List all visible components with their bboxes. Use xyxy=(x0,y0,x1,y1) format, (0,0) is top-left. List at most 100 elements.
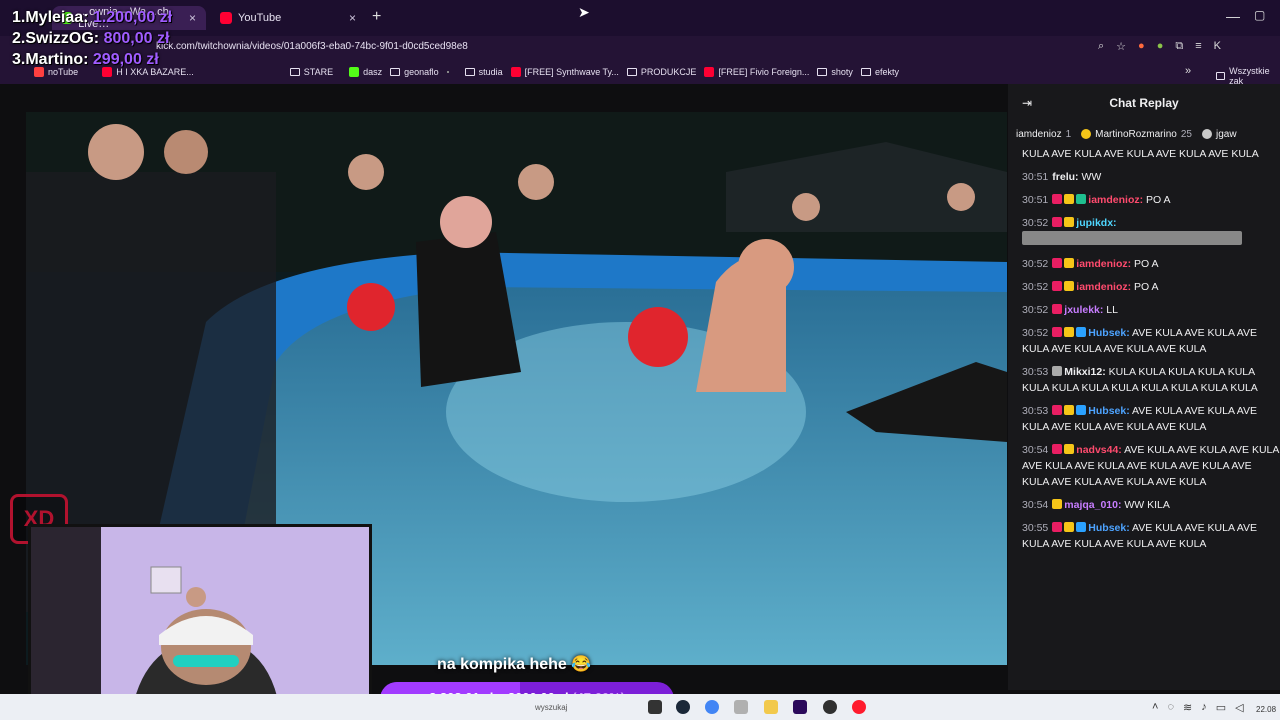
microphone-icon[interactable]: ♪ xyxy=(1201,701,1207,714)
close-icon[interactable]: × xyxy=(189,11,196,25)
wifi-icon[interactable]: ≋ xyxy=(1183,701,1192,714)
message-time: 30:55 xyxy=(1022,522,1049,534)
obs-icon[interactable] xyxy=(823,700,837,714)
message-user[interactable]: jxulekk: xyxy=(1064,304,1103,316)
extension-icon[interactable]: ● xyxy=(1157,40,1164,53)
minimize-icon[interactable]: — xyxy=(1226,8,1240,24)
chat-message: 30:53 Hubsek: AVE KULA AVE KULA AVE KULA … xyxy=(1022,403,1280,435)
chat-message: 30:52 iamdenioz: PO A xyxy=(1022,256,1280,272)
folder-icon xyxy=(626,68,637,76)
bookmark-produkcje[interactable]: PRODUKCJE xyxy=(626,67,696,77)
network-icon[interactable]: ◌ xyxy=(1167,701,1174,714)
leaderboard-name: Myleiaa: xyxy=(25,9,89,26)
badge-icon xyxy=(1052,194,1063,204)
chevron-up-icon[interactable]: ˄ xyxy=(1152,701,1158,714)
maximize-icon[interactable]: ▢ xyxy=(1254,8,1265,22)
chat-message: 30:51 iamdenioz: PO A xyxy=(1022,192,1280,208)
leaderboard-rank: 2. xyxy=(12,30,26,47)
message-user[interactable]: iamdenioz: xyxy=(1088,194,1143,206)
star-icon[interactable]: ☆ xyxy=(1116,40,1126,53)
badge-icon xyxy=(1052,327,1063,337)
message-time: 30:52 xyxy=(1022,258,1049,270)
kick-icon xyxy=(349,67,360,77)
bookmark-efekty[interactable]: efekty xyxy=(860,67,899,77)
emote-row xyxy=(1022,231,1242,245)
close-icon[interactable]: × xyxy=(349,11,356,25)
badge-icon xyxy=(1064,281,1075,291)
message-user[interactable]: jupikdx: xyxy=(1076,217,1116,229)
url-field[interactable]: kick.com/twitchownia/videos/01a006f3-eba… xyxy=(156,41,468,52)
app-icon[interactable] xyxy=(446,71,449,73)
youtube-icon xyxy=(704,67,715,77)
premiere-icon[interactable] xyxy=(793,700,807,714)
folder-icon xyxy=(817,68,828,76)
tab-youtube[interactable]: YouTube × xyxy=(210,6,366,30)
profile-icon[interactable]: K xyxy=(1214,40,1221,53)
tool-icon[interactable] xyxy=(734,700,748,714)
puzzle-icon[interactable]: ⧉ xyxy=(1175,40,1183,53)
coin-icon xyxy=(1081,129,1092,139)
bookmark-label: [FREE] Fivio Foreign... xyxy=(718,67,810,77)
bookmark-shoty[interactable]: shoty xyxy=(817,67,853,77)
message-time: 30:52 xyxy=(1022,327,1049,339)
message-user[interactable]: Hubsek: xyxy=(1088,522,1129,534)
leaderboard-amount: 1.200,00 zł xyxy=(92,9,173,26)
gifter[interactable]: MartinoRozmarino 25 xyxy=(1081,126,1192,142)
app-icon[interactable] xyxy=(648,700,662,714)
message-user[interactable]: iamdenioz: xyxy=(1076,258,1131,270)
coin-icon xyxy=(1201,129,1212,139)
badge-icon xyxy=(1052,499,1063,509)
message-user[interactable]: frelu: xyxy=(1052,171,1078,183)
badge-icon xyxy=(1052,444,1063,454)
message-text: PO A xyxy=(1131,258,1159,270)
bookmark-stare[interactable]: STARE xyxy=(289,67,334,77)
message-user[interactable]: nadvs44: xyxy=(1076,444,1122,456)
message-user[interactable]: Hubsek: xyxy=(1088,405,1129,417)
bookmark-synthwave[interactable]: [FREE] Synthwave Ty... xyxy=(510,67,619,77)
badge-icon xyxy=(1064,194,1075,204)
message-user[interactable]: Hubsek: xyxy=(1088,327,1129,339)
message-text: WW xyxy=(1078,171,1102,183)
steam-icon[interactable] xyxy=(676,700,690,714)
message-user[interactable]: Mikxi12: xyxy=(1064,366,1105,378)
media-icon[interactable]: ≡ xyxy=(1195,40,1201,53)
bookmark-label: geonaflo xyxy=(404,67,439,77)
message-time: 30:51 xyxy=(1022,171,1049,183)
gifter[interactable]: jgaw xyxy=(1201,126,1237,142)
folder-icon xyxy=(289,68,300,76)
extension-icon[interactable]: ● xyxy=(1138,40,1145,53)
display-icon[interactable]: ▭ xyxy=(1216,701,1226,714)
message-user[interactable]: iamdenioz: xyxy=(1076,281,1131,293)
bookmark-dasz[interactable]: dasz xyxy=(349,67,382,77)
file-explorer-icon[interactable] xyxy=(764,700,778,714)
gifter-name: MartinoRozmarino xyxy=(1095,128,1177,140)
chrome-icon[interactable] xyxy=(705,700,719,714)
message-user[interactable]: majqa_010: xyxy=(1064,499,1121,511)
new-tab-button[interactable]: + xyxy=(372,8,381,26)
bookmark-label: STARE xyxy=(303,67,334,77)
leaderboard-rank: 3. xyxy=(12,51,26,68)
chat-message: 30:51 frelu: WW xyxy=(1022,169,1280,185)
message-time: 30:52 xyxy=(1022,304,1049,316)
bookmark-geonaflo[interactable]: geonaflo xyxy=(390,67,439,77)
taskbar-search[interactable]: wyszukaj xyxy=(535,703,567,712)
bookmark-fivio[interactable]: [FREE] Fivio Foreign... xyxy=(704,67,809,77)
badge-icon xyxy=(1076,327,1087,337)
folder-icon xyxy=(390,68,401,76)
badge-icon xyxy=(1064,258,1075,268)
leaderboard-row: 1.Myleiaa: 1.200,00 zł xyxy=(12,7,172,28)
opera-icon[interactable] xyxy=(852,700,866,714)
bookmarks-overflow-button[interactable]: » xyxy=(1185,65,1191,77)
bookmark-studia[interactable]: studia xyxy=(464,67,503,77)
folder-icon xyxy=(860,68,871,76)
chat-message: 30:54 nadvs44: AVE KULA AVE KULA AVE KULA… xyxy=(1022,442,1280,490)
gifter[interactable]: iamdenioz 1 xyxy=(1016,126,1071,142)
all-bookmarks-button[interactable]: Wszystkie zak xyxy=(1216,66,1280,86)
gifter-count: 25 xyxy=(1180,128,1192,140)
chat-message: 30:55 Hubsek: AVE KULA AVE KULA AVE KULA … xyxy=(1022,520,1280,552)
volume-icon[interactable]: ◁ xyxy=(1235,701,1243,714)
message-text: PO A xyxy=(1131,281,1159,293)
chat-message: 30:53 Mikxi12: KULA KULA KULA KULA KULA K… xyxy=(1022,364,1280,396)
chat-title: Chat Replay xyxy=(1109,96,1179,110)
zoom-icon[interactable]: ⌕ xyxy=(1098,40,1104,53)
